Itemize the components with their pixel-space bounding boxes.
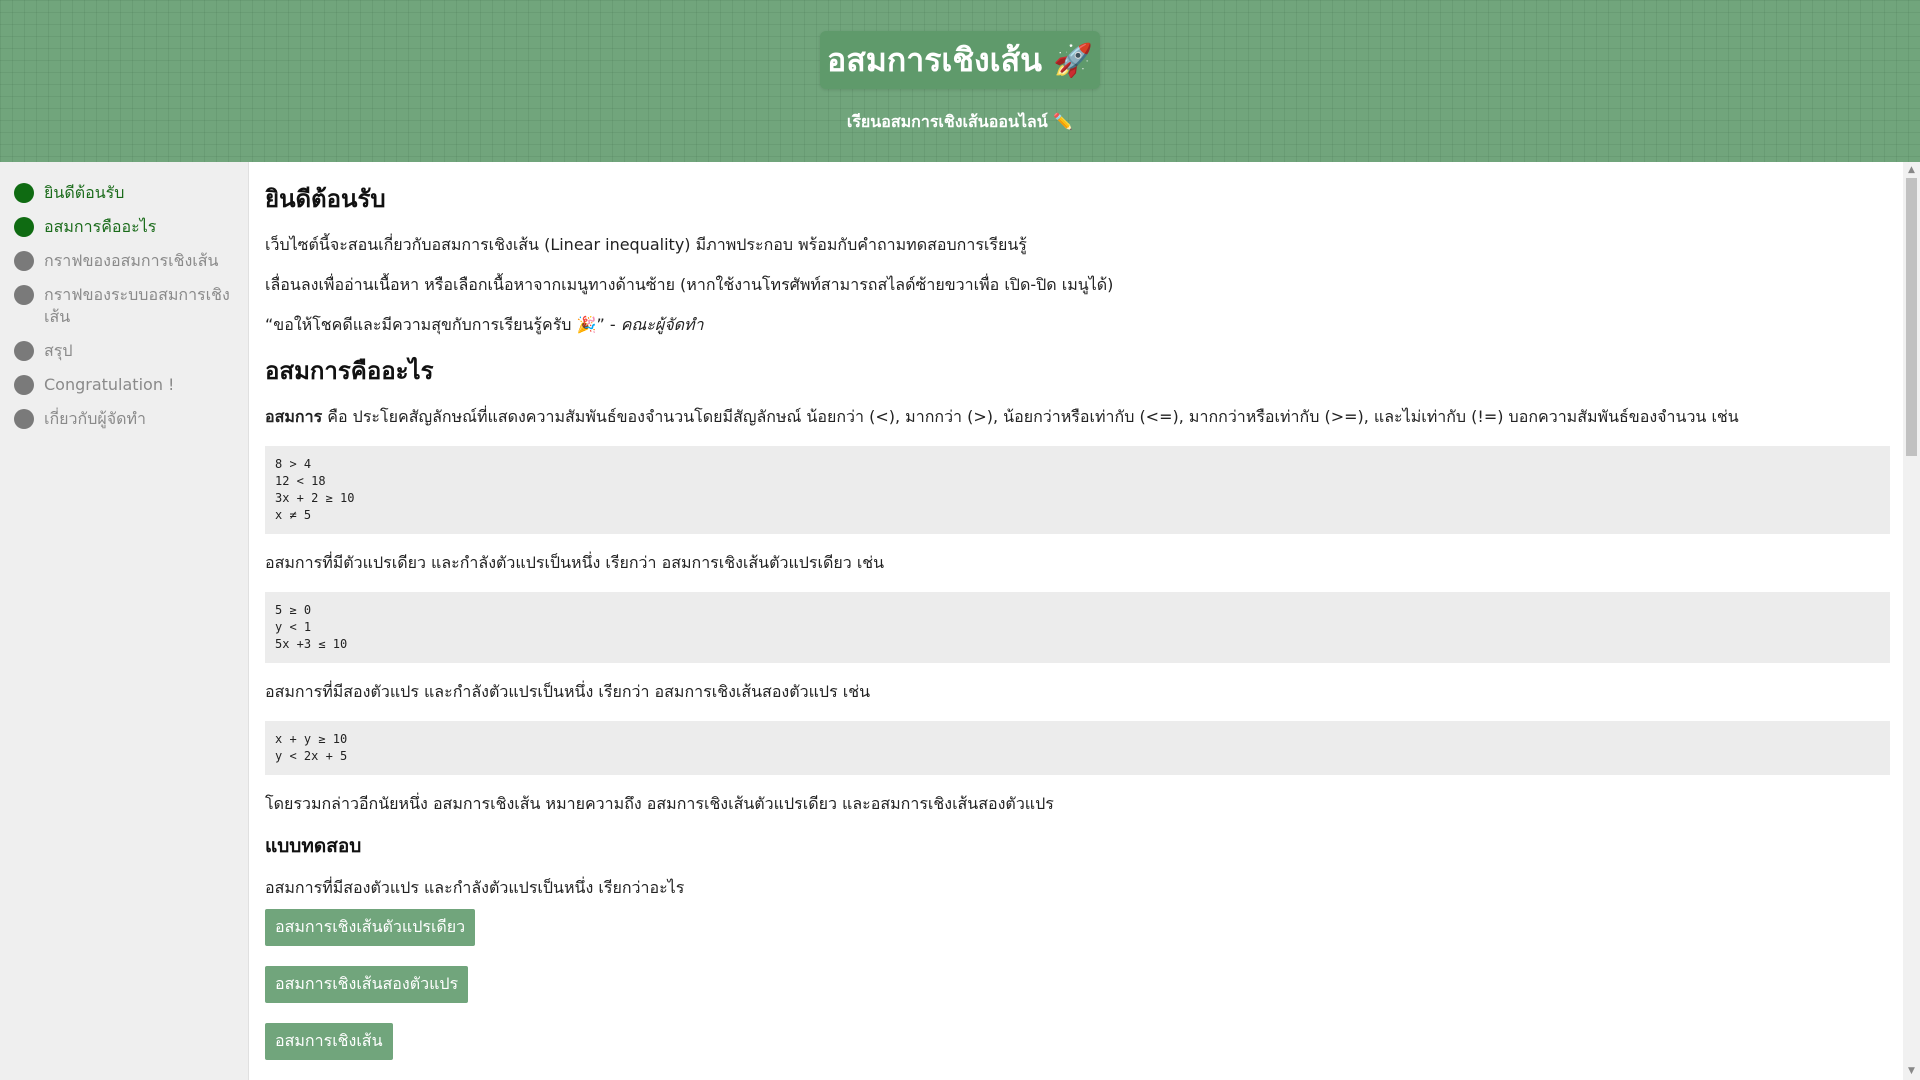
- one-variable-text: อสมการที่มีตัวแปรเดียว และกำลังตัวแปรเป็…: [265, 553, 885, 572]
- scroll-up-arrow-icon[interactable]: ▲: [1903, 162, 1920, 179]
- summary-text: โดยรวมกล่าวอีกนัยหนึ่ง อสมการเชิงเส้น หม…: [265, 794, 1054, 813]
- code-line: x + y ≥ 10: [275, 732, 348, 746]
- inequality-definition: อสมการ คือ ประโยคสัญลักษณ์ที่แสดงความสัม…: [265, 406, 1889, 428]
- vertical-scrollbar[interactable]: ▲ ▼: [1903, 162, 1920, 1080]
- what-is-inequality-heading: อสมการคืออะไร: [265, 357, 434, 385]
- main-content: ยินดีต้อนรับ เว็บไซต์นี้จะสอนเกี่ยวกับอส…: [250, 162, 1903, 1080]
- code-block-examples: 8 > 4 12 < 18 3x + 2 ≥ 10 x ≠ 5: [265, 446, 1890, 534]
- welcome-quote: “ขอให้โชคดีและมีความสุขกับการเรียนรู้ครั…: [265, 315, 605, 334]
- progress-dot-icon: [14, 341, 34, 361]
- code-line: 12 < 18: [275, 474, 326, 488]
- welcome-paragraph-1: เว็บไซต์นี้จะสอนเกี่ยวกับอสมการเชิงเส้น …: [265, 235, 1027, 254]
- progress-dot-icon: [14, 183, 34, 203]
- sidebar-item-what-is-inequality[interactable]: อสมการคืออะไร: [0, 210, 248, 244]
- code-line: x ≠ 5: [275, 508, 312, 522]
- welcome-heading: ยินดีต้อนรับ: [265, 185, 386, 213]
- code-block-one-variable: 5 ≥ 0 y < 1 5x +3 ≤ 10: [265, 592, 1890, 663]
- two-variable-text: อสมการที่มีสองตัวแปร และกำลังตัวแปรเป็นห…: [265, 682, 871, 701]
- quiz-option-button-linear[interactable]: อสมการเชิงเส้น: [265, 1023, 393, 1060]
- quiz-option-button-one-variable[interactable]: อสมการเชิงเส้นตัวแปรเดียว: [265, 909, 476, 946]
- definition-text: คือ ประโยคสัญลักษณ์ที่แสดงความสัมพันธ์ขอ…: [322, 407, 1739, 426]
- quiz-heading: แบบทดสอบ: [265, 835, 362, 857]
- sidebar-item-label: Congratulation !: [44, 375, 175, 394]
- quiz-option-row: อสมการเชิงเส้นตัวแปรเดียว: [265, 909, 1889, 966]
- sidebar-item-system-graph[interactable]: กราฟของระบบอสมการเชิงเส้น: [0, 278, 248, 334]
- sidebar-item-label: กราฟของอสมการเชิงเส้น: [44, 251, 219, 270]
- sidebar-item-summary[interactable]: สรุป: [0, 334, 248, 368]
- sidebar-item-label: ยินดีต้อนรับ: [44, 183, 125, 202]
- progress-dot-icon: [14, 285, 34, 305]
- sidebar-item-about[interactable]: เกี่ยวกับผู้จัดทำ: [0, 402, 248, 436]
- code-block-two-variable: x + y ≥ 10 y < 2x + 5: [265, 721, 1890, 775]
- progress-dot-icon: [14, 375, 34, 395]
- sidebar-item-label: อสมการคืออะไร: [44, 217, 157, 236]
- sidebar-item-label: กราฟของระบบอสมการเชิงเส้น: [44, 285, 230, 326]
- sidebar-item-linear-inequality-graph[interactable]: กราฟของอสมการเชิงเส้น: [0, 244, 248, 278]
- sidebar-menu: ยินดีต้อนรับ อสมการคืออะไร กราฟของอสมการ…: [0, 162, 249, 1080]
- quiz-option-button-two-variable[interactable]: อสมการเชิงเส้นสองตัวแปร: [265, 966, 469, 1003]
- quiz-option-row: อสมการเชิงเส้น: [265, 1023, 1889, 1080]
- quiz-question: อสมการที่มีสองตัวแปร และกำลังตัวแปรเป็นห…: [265, 878, 685, 897]
- code-line: 8 > 4: [275, 457, 312, 471]
- site-title-box: อสมการเชิงเส้น 🚀: [820, 31, 1100, 89]
- sidebar-item-label: เกี่ยวกับผู้จัดทำ: [44, 409, 147, 428]
- site-title: อสมการเชิงเส้น 🚀: [827, 40, 1093, 79]
- progress-dot-icon: [14, 251, 34, 271]
- sidebar-item-congratulation[interactable]: Congratulation !: [0, 368, 248, 402]
- quote-author: คณะผู้จัดทำ: [620, 315, 704, 334]
- welcome-quote-line: “ขอให้โชคดีและมีความสุขกับการเรียนรู้ครั…: [265, 314, 1889, 336]
- code-line: 5x +3 ≤ 10: [275, 637, 348, 651]
- code-line: y < 2x + 5: [275, 749, 348, 763]
- page-header: อสมการเชิงเส้น 🚀 เรียนอสมการเชิงเส้นออนไ…: [0, 0, 1920, 162]
- code-line: y < 1: [275, 620, 312, 634]
- progress-dot-icon: [14, 409, 34, 429]
- welcome-paragraph-2: เลื่อนลงเพื่ออ่านเนื้อหา หรือเลือกเนื้อห…: [265, 275, 1114, 294]
- progress-dot-icon: [14, 217, 34, 237]
- sidebar-item-label: สรุป: [44, 341, 73, 360]
- code-line: 5 ≥ 0: [275, 603, 312, 617]
- scrollbar-thumb[interactable]: [1906, 178, 1917, 456]
- quiz-option-row: อสมการเชิงเส้นสองตัวแปร: [265, 966, 1889, 1023]
- scroll-down-arrow-icon[interactable]: ▼: [1903, 1063, 1920, 1080]
- sidebar-item-welcome[interactable]: ยินดีต้อนรับ: [0, 176, 248, 210]
- quote-separator: -: [604, 315, 621, 334]
- definition-term: อสมการ: [265, 407, 323, 426]
- code-line: 3x + 2 ≥ 10: [275, 491, 355, 505]
- site-subtitle: เรียนอสมการเชิงเส้นออนไลน์ ✏️: [846, 112, 1074, 131]
